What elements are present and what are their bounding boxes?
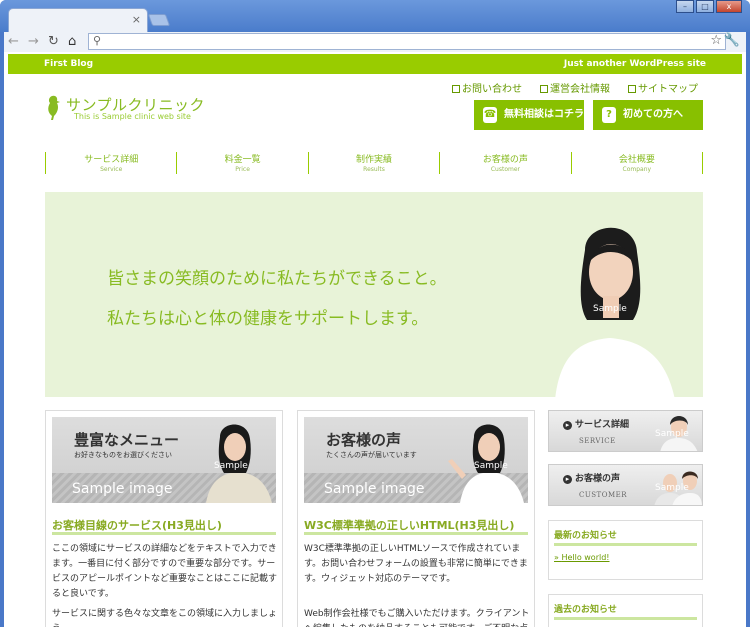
paragraph: サービスに関する色々な文章をこの領域に入力しましょう。 (52, 609, 278, 627)
wrench-menu-icon[interactable]: 🔧 (724, 33, 740, 48)
square-bullet-icon (452, 85, 460, 93)
reload-icon[interactable]: ↻ (48, 34, 59, 49)
new-tab-button[interactable] (147, 14, 171, 26)
contact-link[interactable]: お問い合わせ (452, 80, 522, 95)
browser-toolbar: ← → ↻ ⌂ ⚲ ☆ 🔧 (4, 32, 746, 52)
section-heading: W3C標準準拠の正しいHTML(H3見出し) (304, 519, 515, 532)
widget-underline (554, 543, 697, 546)
free-consultation-button[interactable]: ☎ 無料相談はコチラ (474, 100, 584, 130)
search-icon: ⚲ (93, 34, 102, 47)
phone-icon: ☎ (483, 107, 497, 123)
tab-close-icon[interactable]: × (132, 13, 141, 26)
widget-title: 過去のお知らせ (554, 605, 617, 615)
page-viewport: First Blog Just another WordPress site お… (4, 52, 746, 627)
hero-headline-1: 皆さまの笑顔のために私たちができること。 (107, 269, 447, 289)
menu-banner[interactable]: 豊富なメニュー お好きなものをお選びください Sample image Samp… (52, 417, 276, 503)
arrow-right-icon: ▸ (563, 475, 572, 484)
forward-arrow-icon[interactable]: → (28, 34, 39, 49)
global-nav: サービス詳細 Service 料金一覧 Price 制作実績 Results お客様の… (45, 152, 704, 174)
banner-title: 豊富なメニュー (74, 431, 180, 449)
hero-banner: 皆さまの笑顔のために私たちができること。 私たちは心と体の健康をサポートします。… (45, 192, 703, 397)
heading-underline (304, 532, 528, 535)
window-controls: – □ x (676, 0, 742, 14)
logo-subtitle: This is Sample clinic web site (74, 112, 191, 121)
side-banner-service[interactable]: ▸ サービス詳細 SERVICE Sample (548, 410, 703, 452)
paragraph: W3C標準準拠の正しいHTMLソースで作成されています。お問い合わせフォームの設… (304, 544, 528, 584)
question-icon: ? (602, 107, 616, 123)
sample-image-label: Sample image (324, 481, 425, 497)
bird-logo-icon (48, 95, 60, 120)
nav-item-results[interactable]: 制作実績 Results (307, 152, 439, 174)
sample-image-label: Sample image (72, 481, 173, 497)
hero-headline-2: 私たちは心と体の健康をサポートします。 (107, 309, 429, 329)
home-icon[interactable]: ⌂ (68, 34, 76, 49)
nav-item-customer[interactable]: お客様の声 Customer (439, 152, 570, 174)
square-bullet-icon (540, 85, 548, 93)
square-bullet-icon (628, 85, 636, 93)
archive-news-box: 過去のお知らせ (548, 594, 703, 627)
banner-title: お客様の声 (326, 431, 402, 449)
first-visit-button[interactable]: ? 初めての方へ (593, 100, 703, 130)
sample-watermark: Sample (474, 461, 508, 471)
minimize-button[interactable]: – (676, 0, 694, 13)
widget-title: 最新のお知らせ (554, 531, 617, 541)
banner-subtitle: お好きなものをお選びください (74, 451, 172, 459)
blog-title[interactable]: First Blog (44, 59, 93, 69)
paragraph: ここの領域にサービスの詳細などをテキストで入力できます。一番目に付く部分ですので… (52, 544, 278, 599)
sample-watermark: Sample (655, 429, 689, 439)
sitemap-link[interactable]: サイトマップ (628, 80, 698, 95)
nav-item-service[interactable]: サービス詳細 Service (45, 152, 176, 174)
nav-item-company[interactable]: 会社概要 Company (570, 152, 704, 174)
section-heading: お客様目線のサービス(H3見出し) (52, 519, 222, 532)
close-window-button[interactable]: x (716, 0, 742, 13)
heading-underline (52, 532, 276, 535)
address-bar[interactable]: ⚲ ☆ (88, 33, 726, 50)
browser-window: × – □ x ← → ↻ ⌂ ⚲ ☆ 🔧 First Blog Just an… (0, 0, 750, 627)
maximize-button[interactable]: □ (696, 0, 714, 13)
nav-item-price[interactable]: 料金一覧 Price (176, 152, 307, 174)
content-column-voice: お客様の声 たくさんの声が届いています Sample image Sample … (297, 410, 535, 627)
paragraph: Web制作会社様でもご購入いただけます。クライアントへ編集したものを納品すること… (304, 609, 530, 627)
arrow-right-icon: ▸ (563, 421, 572, 430)
news-link[interactable]: » Hello world! (554, 553, 610, 562)
woman-photo (206, 424, 272, 503)
content-column-service: 豊富なメニュー お好きなものをお選びください Sample image Samp… (45, 410, 283, 627)
voice-banner[interactable]: お客様の声 たくさんの声が届いています Sample image Sample (304, 417, 528, 503)
company-info-link[interactable]: 運営会社情報 (540, 80, 610, 95)
side-banner-customer[interactable]: ▸ お客様の声 CUSTOMER Sample (548, 464, 703, 506)
title-bar: × – □ x (0, 0, 750, 32)
banner-subtitle: たくさんの声が届いています (326, 451, 417, 459)
sample-watermark: Sample (214, 461, 248, 471)
utility-links: お問い合わせ 運営会社情報 サイトマップ (452, 80, 698, 95)
back-arrow-icon[interactable]: ← (8, 34, 19, 49)
woman-pointing-photo (448, 424, 524, 503)
bookmark-star-icon[interactable]: ☆ (710, 33, 722, 48)
blog-tagline: Just another WordPress site (563, 59, 706, 69)
sample-watermark: Sample (593, 304, 627, 314)
widget-underline (554, 617, 697, 620)
site-top-bar: First Blog Just another WordPress site (8, 54, 742, 74)
browser-tab[interactable]: × (8, 8, 148, 32)
sample-watermark: Sample (655, 483, 689, 493)
latest-news-box: 最新のお知らせ » Hello world! (548, 520, 703, 580)
